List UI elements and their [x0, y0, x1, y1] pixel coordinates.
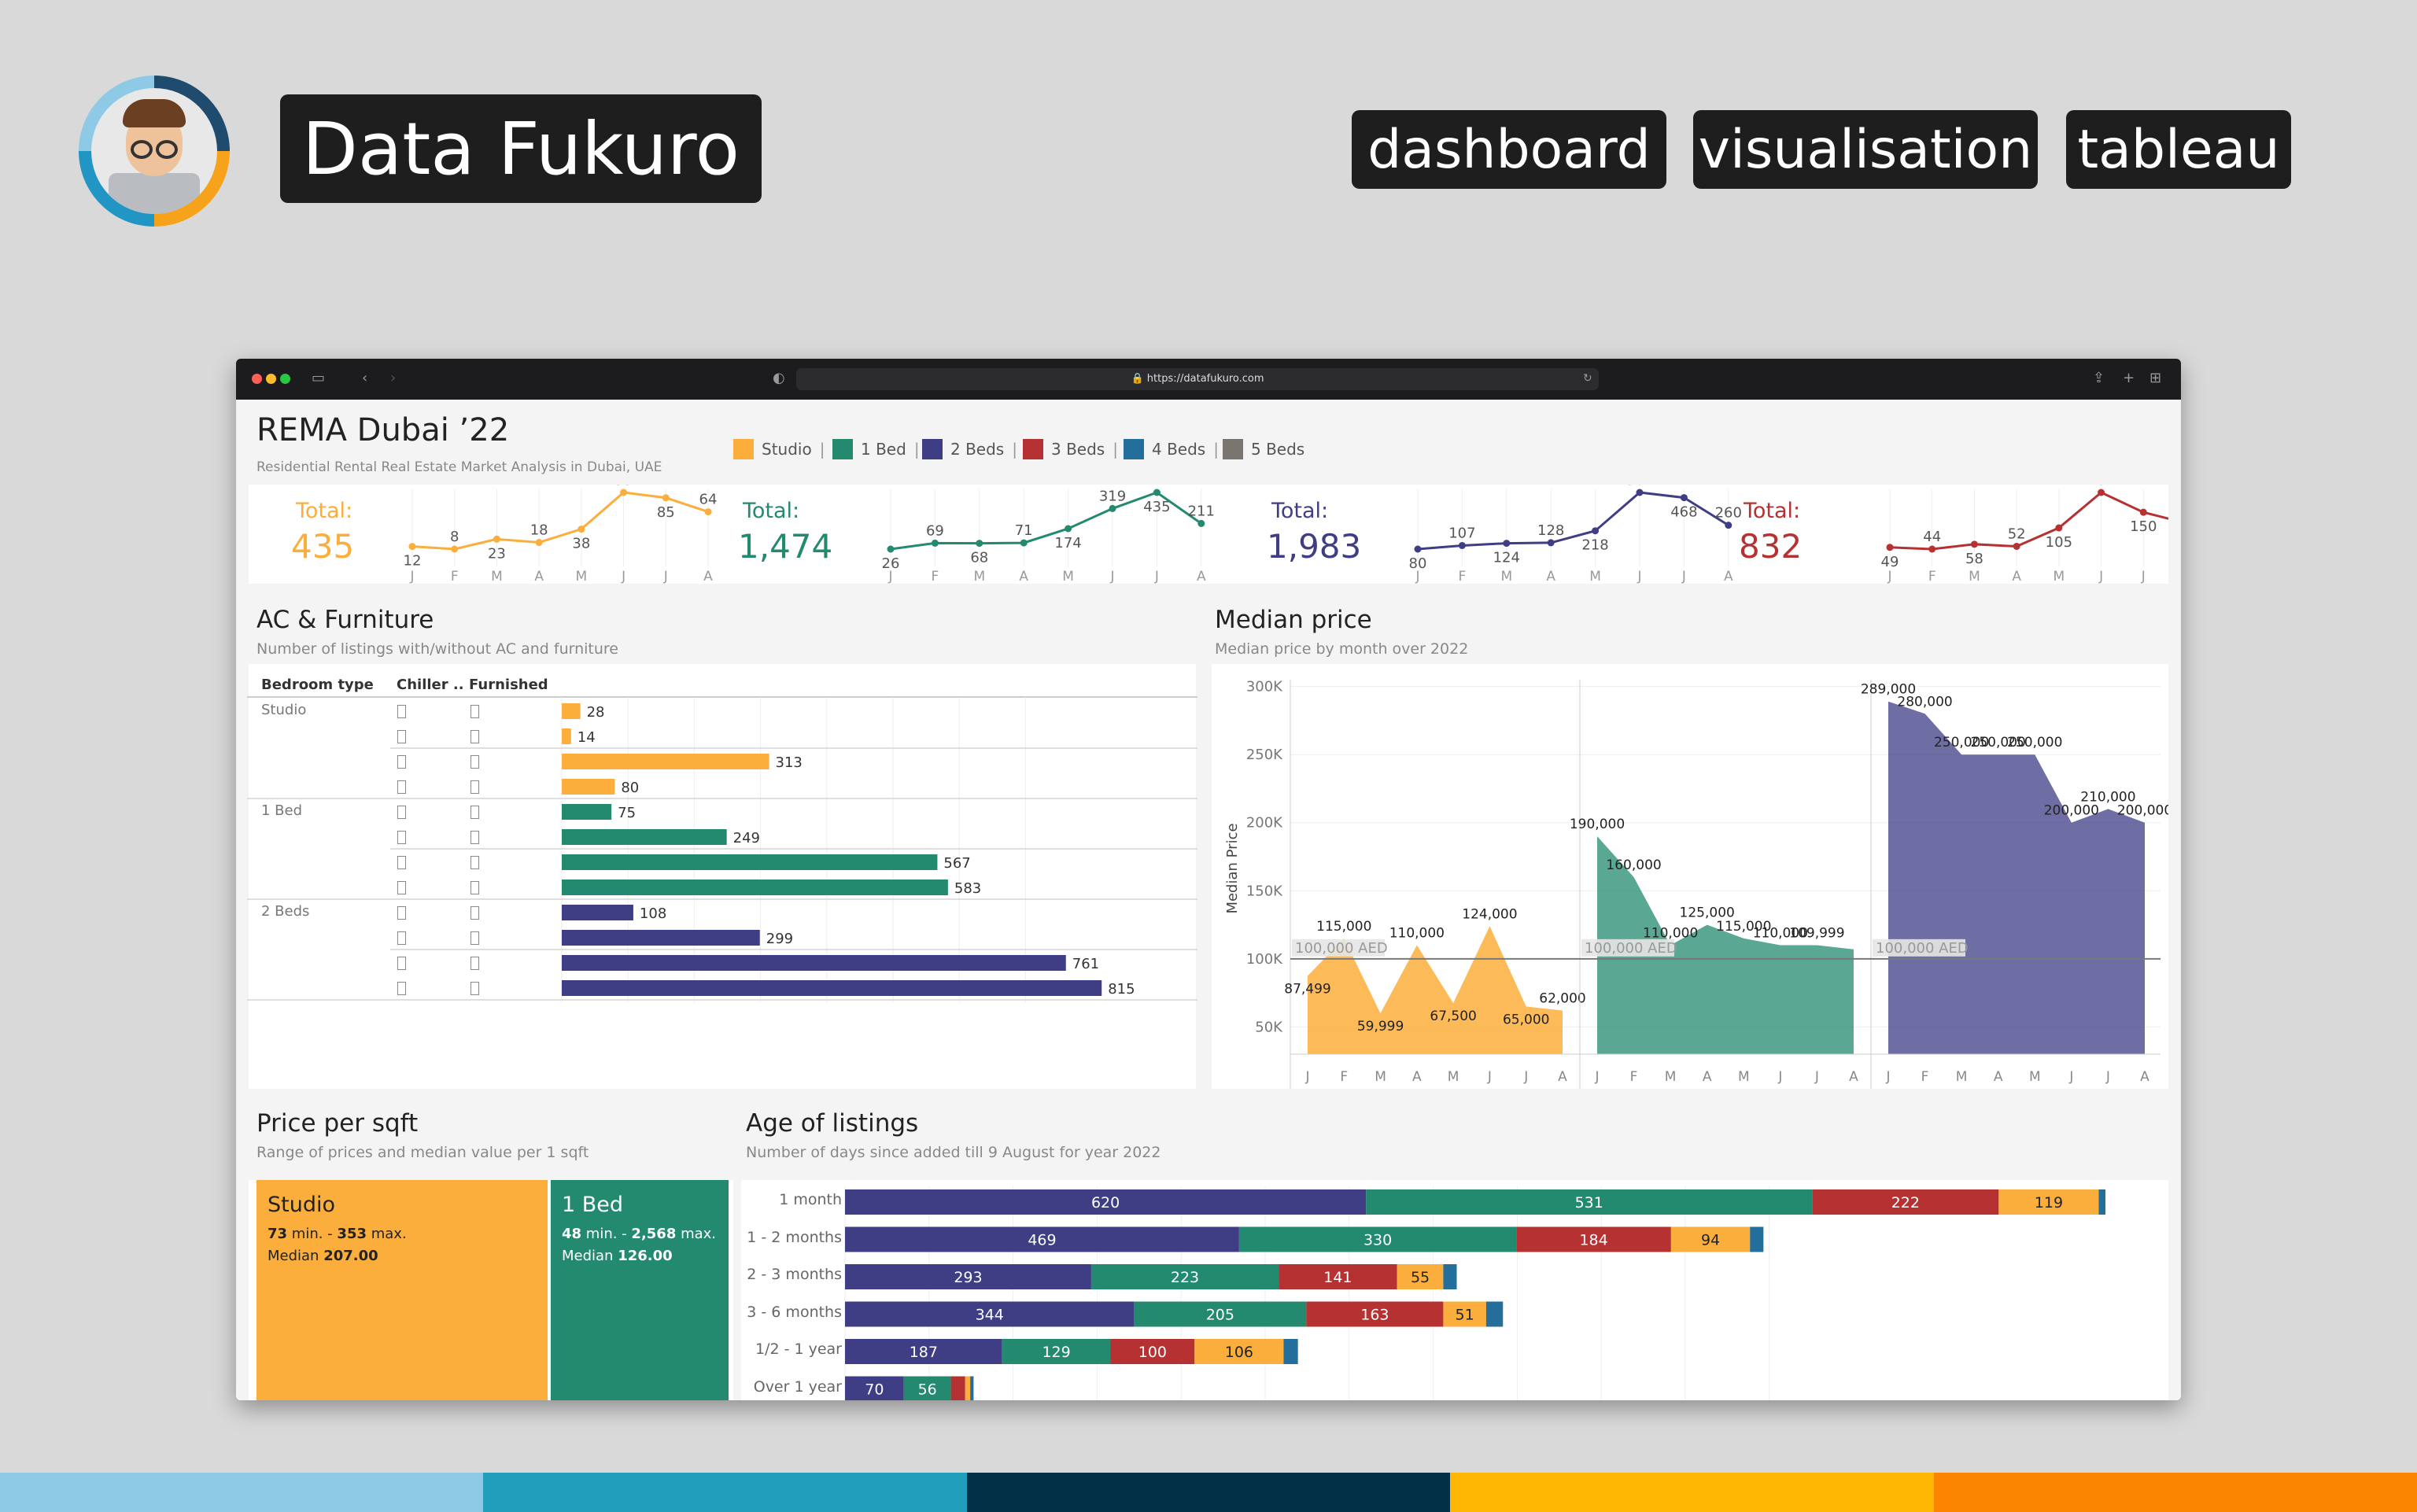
age-segment-label: 293	[954, 1269, 982, 1286]
url-bar[interactable]: 🔒 https://datafukuro.com	[796, 368, 1599, 390]
age-segment-label: 119	[2035, 1194, 2063, 1211]
laptop-icon	[109, 173, 200, 214]
brand-name: Data Fukuro	[280, 94, 762, 203]
zoom-window-button[interactable]	[280, 374, 290, 384]
age-stacked-bar-chart: 620 531 222 119 469 330 184 94 293 223 141 55 344 205…	[844, 1186, 2105, 1400]
age-segment-label: 55	[1411, 1269, 1430, 1286]
sidebar-toggle-icon[interactable]: ▭	[312, 370, 325, 387]
age-segment-label: 106	[1225, 1344, 1253, 1361]
age-segment-label: 620	[1091, 1194, 1120, 1211]
age-segment-label: 222	[1891, 1194, 1920, 1211]
hair-shape	[123, 99, 186, 127]
bottom-bar-segment	[1933, 1473, 2417, 1512]
age-bar-segment	[1485, 1301, 1504, 1327]
age-segment-label: 184	[1579, 1232, 1607, 1249]
minimize-window-button[interactable]	[266, 374, 276, 384]
browser-window: ▭ ‹ › ◐ 🔒 https://datafukuro.com ↻ ⇪ + ⊞…	[236, 359, 2181, 1400]
bottom-bar-segment	[0, 1473, 484, 1512]
glasses-right-icon	[156, 140, 178, 159]
tableau-dashboard: REMA Dubai ’22 Residential Rental Real E…	[236, 400, 2181, 1400]
age-segment-label: 94	[1701, 1232, 1720, 1249]
age-bar-segment	[1443, 1264, 1457, 1289]
age-segment-label: 344	[976, 1307, 1004, 1324]
memoji-face	[91, 88, 217, 214]
tag-dashboard[interactable]: dashboard	[1352, 110, 1666, 189]
age-bar-segment	[1750, 1226, 1764, 1252]
age-segment-label: 223	[1171, 1269, 1199, 1286]
age-segment-label: 205	[1206, 1307, 1234, 1324]
age-bar-segment	[1283, 1339, 1298, 1364]
close-window-button[interactable]	[252, 374, 262, 384]
glasses-left-icon	[131, 140, 153, 159]
age-segment-label: 163	[1360, 1307, 1389, 1324]
age-segment-label: 56	[918, 1381, 937, 1399]
back-arrow-icon[interactable]: ‹	[362, 370, 367, 387]
age-bar-segment	[970, 1376, 974, 1400]
age-segment-label: 141	[1323, 1269, 1352, 1286]
age-bar-segment	[965, 1376, 971, 1400]
age-segment-label: 469	[1028, 1232, 1056, 1249]
age-segment-label: 187	[910, 1344, 938, 1361]
tab-overview-icon[interactable]: ⊞	[2149, 370, 2161, 387]
url-text: https://datafukuro.com	[1146, 373, 1264, 385]
age-segment-label: 129	[1042, 1344, 1070, 1361]
age-segment-label: 100	[1138, 1344, 1167, 1361]
tag-tableau[interactable]: tableau	[2066, 110, 2291, 189]
bottom-bar-segment	[1450, 1473, 1934, 1512]
age-segment-label: 531	[1575, 1194, 1603, 1211]
reload-icon[interactable]: ↻	[1583, 370, 1592, 387]
age-bar-segment	[2098, 1189, 2105, 1215]
shield-icon[interactable]: ◐	[773, 370, 785, 387]
bottom-bar-segment	[966, 1473, 1451, 1512]
age-segment-label: 330	[1363, 1232, 1392, 1249]
tag-visualisation[interactable]: visualisation	[1693, 110, 2038, 189]
bottom-bar-segment	[483, 1473, 967, 1512]
age-segment-label: 51	[1456, 1307, 1474, 1324]
bottom-color-bar	[0, 1473, 2417, 1512]
new-tab-icon[interactable]: +	[2123, 370, 2135, 387]
browser-titlebar: ▭ ‹ › ◐ 🔒 https://datafukuro.com ↻ ⇪ + ⊞	[236, 359, 2181, 400]
forward-arrow-icon[interactable]: ›	[390, 370, 396, 387]
age-segment-label: 70	[865, 1381, 884, 1399]
age-bar-segment	[950, 1376, 965, 1400]
lock-icon: 🔒	[1131, 373, 1147, 385]
share-icon[interactable]: ⇪	[2093, 370, 2105, 387]
brand-avatar	[79, 76, 230, 227]
